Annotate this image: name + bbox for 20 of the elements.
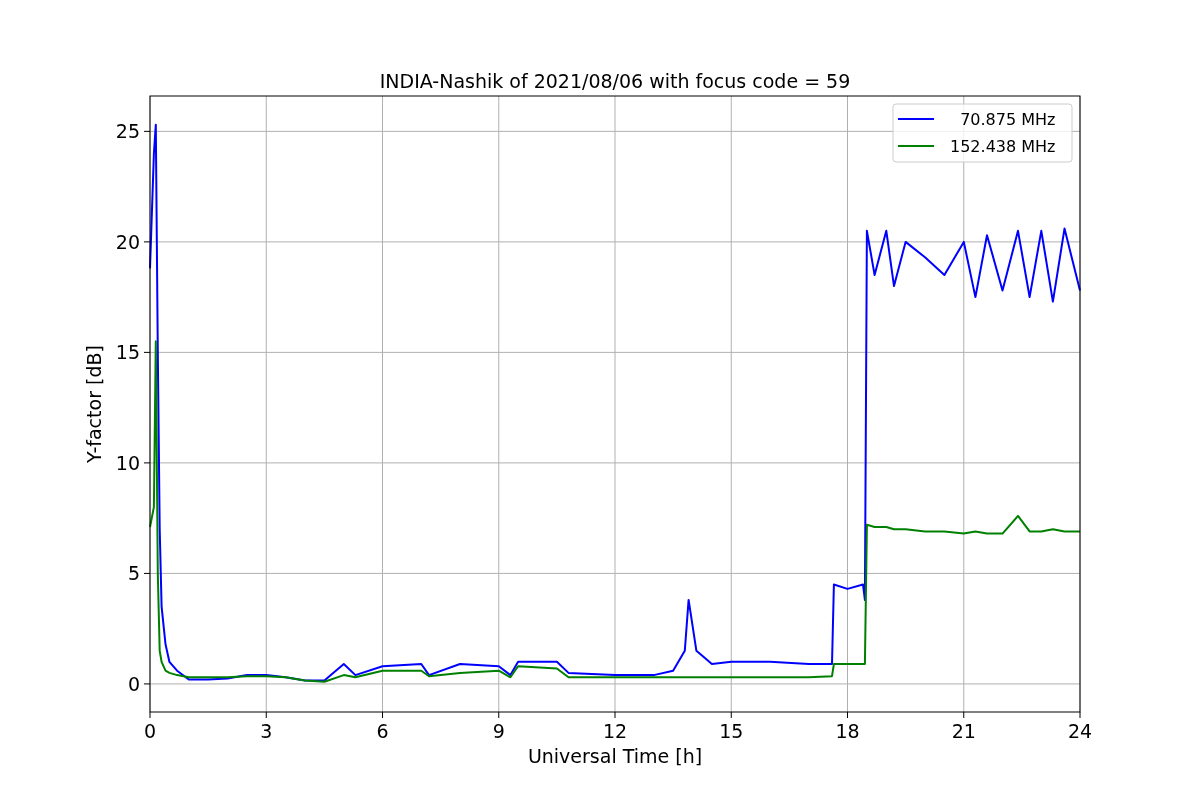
y-axis-label: Y-factor [dB] [83, 345, 105, 463]
x-tick-label: 24 [1067, 720, 1093, 742]
x-tick-label: 6 [376, 720, 389, 742]
x-tick-label: 0 [143, 720, 157, 742]
x-tick-label: 9 [492, 720, 505, 742]
legend-label: 70.875 MHz [960, 110, 1056, 129]
x-tick-label: 18 [835, 720, 860, 742]
x-tick-label: 3 [260, 720, 273, 742]
chart-title: INDIA-Nashik of 2021/08/06 with focus code = 59 [379, 70, 851, 92]
y-tick-label: 10 [115, 451, 140, 474]
y-tick-label: 15 [115, 341, 140, 364]
x-tick-label: 21 [951, 720, 976, 742]
y-tick-label: 25 [115, 120, 140, 143]
x-axis-label: Universal Time [h] [527, 745, 703, 767]
y-tick-label: 0 [127, 672, 140, 695]
x-tick-label: 15 [719, 720, 744, 742]
y-tick-label: 5 [127, 562, 140, 585]
legend-label: 152.438 MHz [950, 137, 1056, 156]
y-tick-label: 20 [115, 230, 140, 253]
x-tick-label: 12 [602, 720, 628, 742]
